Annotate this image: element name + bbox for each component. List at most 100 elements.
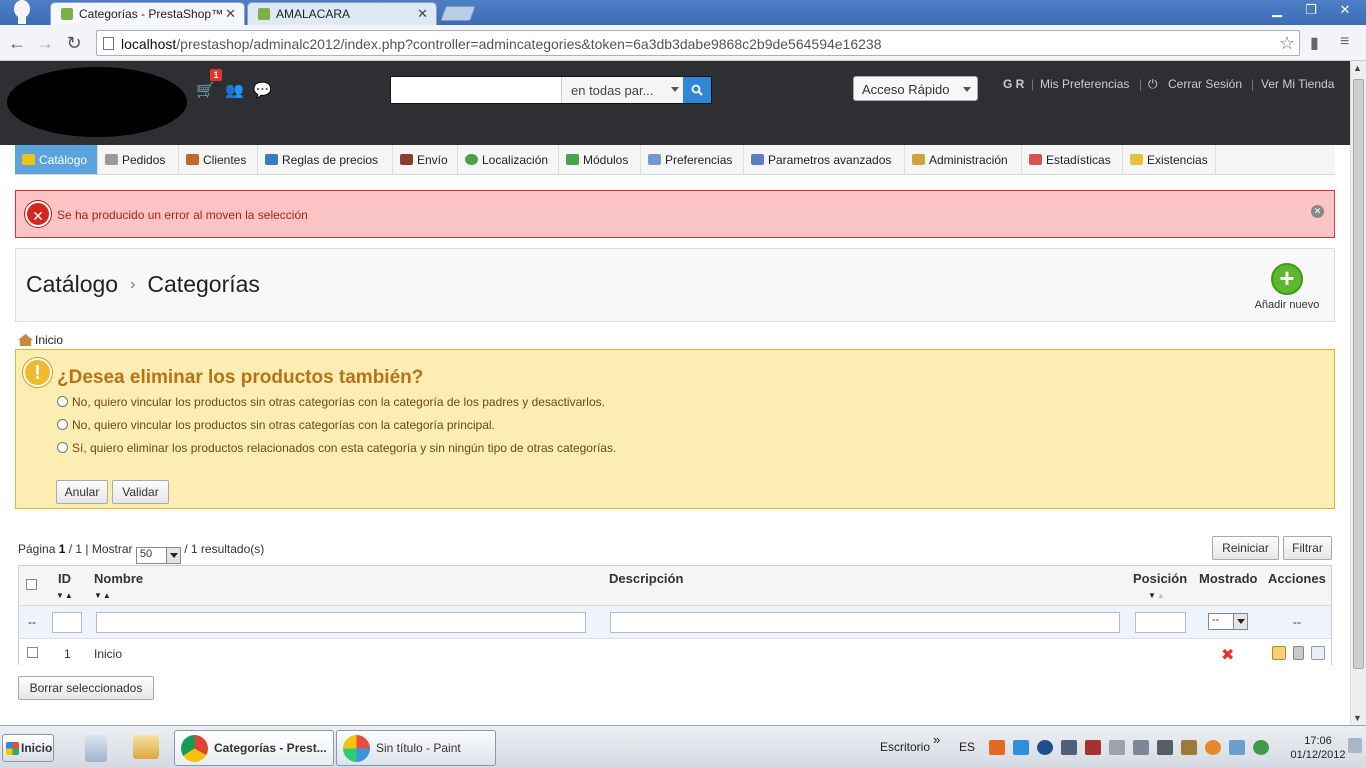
logout-power-icon[interactable]: ⏻ bbox=[1148, 77, 1158, 92]
menu-pedidos[interactable]: Pedidos bbox=[98, 145, 179, 174]
close-window-icon[interactable]: ✕ bbox=[1334, 2, 1356, 20]
tray-clock-icon[interactable] bbox=[1037, 740, 1053, 755]
monitor-icon[interactable] bbox=[1061, 740, 1077, 755]
restore-icon[interactable]: ❐ bbox=[1300, 2, 1322, 20]
filter-button[interactable]: Filtrar bbox=[1283, 536, 1332, 560]
profile-avatar-icon[interactable] bbox=[12, 0, 32, 24]
show-desktop-icon[interactable] bbox=[1348, 738, 1362, 753]
address-bar[interactable]: localhost/prestashop/adminalc2012/index.… bbox=[96, 30, 1300, 56]
search-input[interactable] bbox=[393, 79, 559, 101]
menu-clientes[interactable]: Clientes bbox=[179, 145, 258, 174]
search-button[interactable] bbox=[683, 77, 711, 103]
menu-preferencias[interactable]: Preferencias bbox=[641, 145, 744, 174]
action-center-icon[interactable] bbox=[1181, 740, 1197, 755]
option-delete-products[interactable]: Sí, quiero eliminar los productos relaci… bbox=[57, 441, 616, 455]
safely-remove-icon[interactable] bbox=[1157, 740, 1173, 755]
view-store-link[interactable]: Ver Mi Tienda bbox=[1261, 77, 1334, 91]
sort-name-arrows[interactable]: ▼▲ bbox=[94, 591, 112, 600]
tab-categorias[interactable]: Categorías - PrestaShop™ ✕ bbox=[50, 2, 245, 25]
tab-close-icon[interactable]: ✕ bbox=[417, 6, 428, 22]
cancel-button[interactable]: Anular bbox=[56, 480, 108, 504]
tray-app-icon[interactable] bbox=[989, 740, 1005, 755]
filter-name-input[interactable] bbox=[96, 612, 586, 633]
desktop-toolbar[interactable]: Escritorio bbox=[880, 740, 930, 754]
system-clock[interactable]: 17:06 01/12/2012 bbox=[1290, 734, 1346, 762]
cart-icon[interactable]: 🛒 bbox=[196, 81, 215, 99]
validate-button[interactable]: Validar bbox=[112, 480, 169, 504]
radio-button[interactable] bbox=[57, 419, 68, 430]
reset-button[interactable]: Reiniciar bbox=[1212, 536, 1279, 560]
start-button[interactable]: Inicio bbox=[2, 734, 54, 762]
filter-id-input[interactable] bbox=[52, 612, 82, 633]
new-tab-button[interactable] bbox=[440, 6, 476, 21]
select-all-checkbox[interactable] bbox=[26, 579, 37, 590]
menu-existencias[interactable]: Existencias bbox=[1123, 145, 1216, 174]
avast-icon[interactable] bbox=[1205, 740, 1221, 755]
explorer-app-icon[interactable] bbox=[128, 730, 164, 766]
dropbox-icon[interactable] bbox=[1013, 740, 1029, 755]
menu-modulos[interactable]: Módulos bbox=[559, 145, 641, 174]
toolbar-expand-icon[interactable]: » bbox=[933, 732, 940, 747]
filter-position-input[interactable] bbox=[1135, 612, 1186, 633]
menu-catalogo[interactable]: Catálogo bbox=[15, 145, 98, 174]
radio-button[interactable] bbox=[57, 442, 68, 453]
wrench-menu-icon[interactable]: ≡ bbox=[1340, 33, 1349, 51]
menu-administracion[interactable]: Administración bbox=[905, 145, 1022, 174]
taskbar-paint[interactable]: Sin título - Paint bbox=[336, 730, 496, 766]
delete-trash-icon[interactable] bbox=[1293, 646, 1304, 660]
menu-envio[interactable]: Envío bbox=[393, 145, 458, 174]
tray-app-icon[interactable] bbox=[1229, 740, 1245, 755]
breadcrumb-parent[interactable]: Catálogo bbox=[26, 271, 118, 297]
column-name: Nombre bbox=[94, 571, 144, 586]
messages-icon[interactable]: 💬 bbox=[253, 81, 272, 99]
close-alert-icon[interactable]: ✕ bbox=[1311, 205, 1324, 218]
disabled-x-icon[interactable]: ✖ bbox=[1221, 645, 1234, 665]
row-checkbox[interactable] bbox=[27, 647, 38, 658]
tab-amalacara[interactable]: AMALACARA ✕ bbox=[247, 2, 437, 25]
per-page-select[interactable]: 50 bbox=[135, 547, 181, 564]
extension-icon[interactable]: ▮ bbox=[1310, 33, 1319, 53]
back-arrow-icon[interactable]: ← bbox=[6, 32, 28, 54]
minimize-icon[interactable]: ▁ bbox=[1266, 2, 1288, 20]
reload-icon[interactable]: ↻ bbox=[63, 32, 85, 54]
view-magnifier-icon[interactable] bbox=[1311, 646, 1325, 660]
bookmark-star-icon[interactable]: ☆ bbox=[1279, 33, 1295, 54]
menu-label: Administración bbox=[929, 153, 1008, 167]
taskbar-chrome[interactable]: Categorías - Prest... bbox=[174, 730, 334, 766]
tray-status-icon[interactable] bbox=[1253, 740, 1269, 755]
forward-arrow-icon[interactable]: → bbox=[34, 32, 56, 54]
language-indicator[interactable]: ES bbox=[959, 740, 975, 754]
page-scrollbar[interactable]: ▲ ▼ bbox=[1350, 61, 1366, 725]
folder-icon bbox=[22, 154, 35, 165]
calculator-app-icon[interactable] bbox=[80, 730, 114, 766]
option-link-parent[interactable]: No, quiero vincular los productos sin ot… bbox=[57, 395, 605, 409]
volume-icon[interactable] bbox=[1109, 740, 1125, 755]
category-breadcrumb[interactable]: Inicio bbox=[18, 333, 63, 347]
sort-id-arrows[interactable]: ▼▲ bbox=[56, 591, 74, 600]
filter-shown-select[interactable]: -- bbox=[1208, 613, 1248, 630]
customer-icon bbox=[186, 154, 199, 165]
menu-parametros-avanzados[interactable]: Parametros avanzados bbox=[744, 145, 905, 174]
option-link-main[interactable]: No, quiero vincular los productos sin ot… bbox=[57, 418, 495, 432]
filter-description-input[interactable] bbox=[610, 612, 1120, 633]
tray-m-icon[interactable] bbox=[1085, 740, 1101, 755]
sort-position-arrows[interactable]: ▼▲ bbox=[1148, 591, 1166, 600]
network-icon[interactable] bbox=[1133, 740, 1149, 755]
scroll-up-icon[interactable]: ▲ bbox=[1353, 63, 1362, 73]
scroll-thumb[interactable] bbox=[1353, 79, 1364, 669]
tab-close-icon[interactable]: ✕ bbox=[225, 6, 236, 22]
scroll-down-icon[interactable]: ▼ bbox=[1353, 713, 1362, 723]
search-scope-select[interactable]: en todas par... bbox=[561, 77, 685, 103]
menu-localizacion[interactable]: Localización bbox=[458, 145, 559, 174]
quick-access-select[interactable]: Acceso Rápido bbox=[853, 76, 978, 101]
radio-button[interactable] bbox=[57, 396, 68, 407]
menu-reglas-precios[interactable]: Reglas de precios bbox=[258, 145, 393, 174]
logout-link[interactable]: Cerrar Sesión bbox=[1168, 77, 1242, 91]
bulk-delete-button[interactable]: Borrar seleccionados bbox=[18, 676, 154, 700]
add-new-button[interactable]: + Añadir nuevo bbox=[1252, 263, 1322, 311]
menu-estadisticas[interactable]: Estadísticas bbox=[1022, 145, 1123, 174]
table-row[interactable]: 1 Inicio ✖ bbox=[19, 640, 1331, 666]
my-preferences-link[interactable]: Mis Preferencias bbox=[1040, 77, 1129, 91]
customers-icon[interactable]: 👥 bbox=[225, 81, 244, 99]
edit-pencil-icon[interactable] bbox=[1272, 646, 1286, 660]
